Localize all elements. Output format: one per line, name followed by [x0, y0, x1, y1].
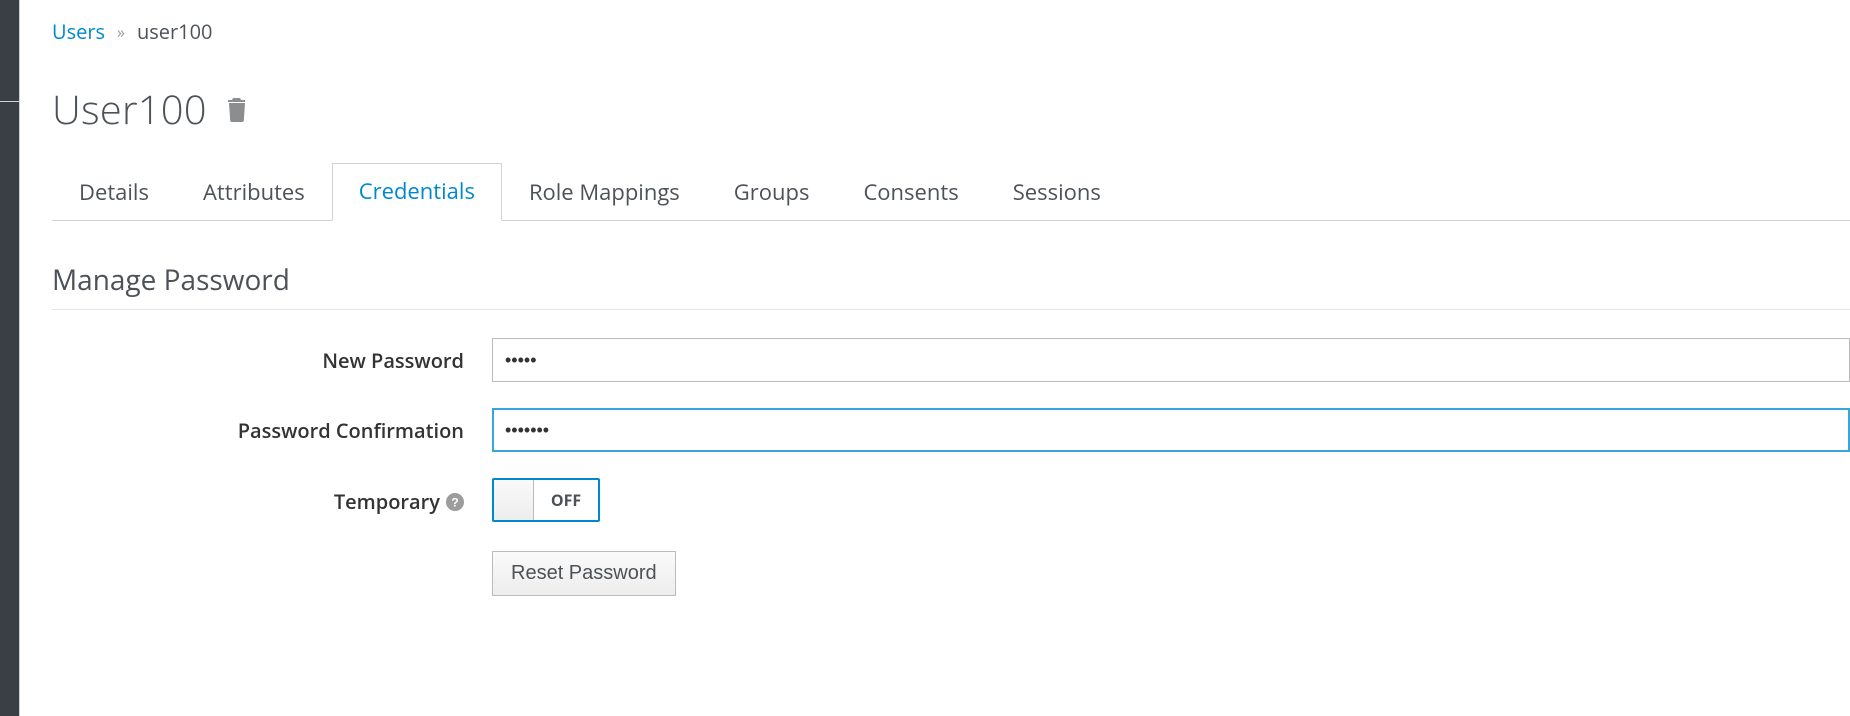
password-confirmation-input[interactable]	[492, 408, 1850, 452]
breadcrumb: Users » user100	[52, 18, 1850, 45]
page-title-row: User100	[52, 81, 1850, 136]
breadcrumb-users-link[interactable]: Users	[52, 18, 105, 45]
temporary-toggle[interactable]: OFF	[492, 478, 600, 522]
toggle-knob	[494, 480, 534, 520]
page-title: User100	[52, 81, 207, 136]
tab-sessions[interactable]: Sessions	[986, 164, 1128, 221]
password-confirmation-label: Password Confirmation	[52, 417, 492, 444]
form-row-password-confirmation: Password Confirmation	[52, 408, 1850, 452]
form-row-reset: Reset Password	[52, 551, 1850, 596]
trash-icon[interactable]	[225, 95, 249, 123]
tabs: Details Attributes Credentials Role Mapp…	[52, 162, 1850, 221]
form-row-new-password: New Password	[52, 338, 1850, 382]
content-area: Users » user100 User100 Details Attribut…	[20, 0, 1850, 716]
section-rule	[52, 309, 1850, 310]
tab-role-mappings[interactable]: Role Mappings	[502, 164, 707, 221]
new-password-input[interactable]	[492, 338, 1850, 382]
toggle-state: OFF	[534, 480, 598, 520]
tab-credentials[interactable]: Credentials	[332, 163, 502, 221]
tab-attributes[interactable]: Attributes	[176, 164, 332, 221]
tab-consents[interactable]: Consents	[836, 164, 985, 221]
svg-text:?: ?	[451, 495, 459, 509]
breadcrumb-separator-icon: »	[117, 21, 125, 43]
form-row-temporary: Temporary ? OFF	[52, 478, 1850, 525]
reset-password-button[interactable]: Reset Password	[492, 551, 676, 596]
tab-details[interactable]: Details	[52, 164, 176, 221]
sidebar	[0, 0, 20, 716]
temporary-label: Temporary ?	[52, 488, 492, 515]
help-icon[interactable]: ?	[446, 493, 464, 511]
breadcrumb-current: user100	[137, 18, 213, 45]
tab-groups[interactable]: Groups	[707, 164, 837, 221]
section-title: Manage Password	[52, 261, 1850, 299]
new-password-label: New Password	[52, 347, 492, 374]
